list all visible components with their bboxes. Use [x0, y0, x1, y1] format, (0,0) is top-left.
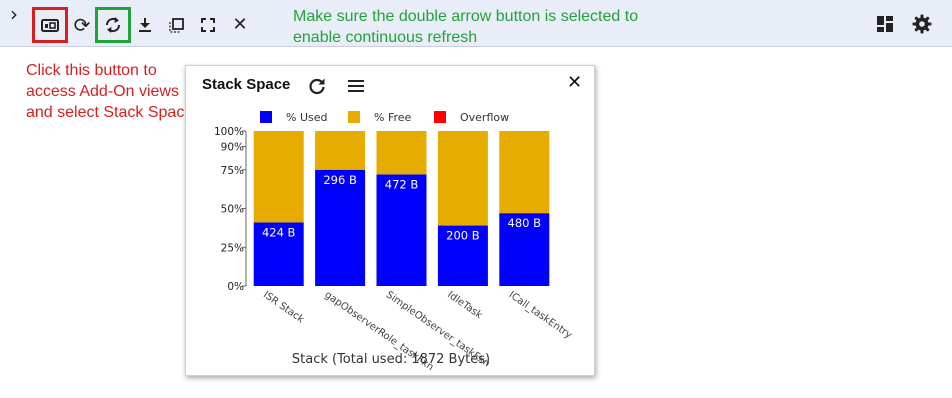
y-tick-label: 90% — [221, 142, 244, 154]
bar-data-label: 424 B — [262, 225, 296, 239]
refresh-icon: ⟳ — [73, 13, 91, 37]
stack-space-chart: % Used % Free Overflow 0% 25% 50% 75% 90% 100% 42… — [214, 111, 574, 373]
bar-used — [315, 169, 366, 286]
download-icon — [139, 18, 151, 32]
bar-data-label: 480 B — [508, 216, 542, 230]
y-tick-label: 0% — [227, 281, 244, 293]
dashboard-button[interactable] — [873, 12, 897, 36]
x-tick-label: ICall_taskEntry — [507, 289, 574, 341]
fullscreen-icon — [201, 18, 215, 32]
close-icon: ✕ — [232, 14, 248, 35]
x-tick-label: ISR Stack — [261, 289, 306, 325]
dashboard-icon — [877, 16, 893, 32]
bar-free — [315, 131, 366, 170]
legend-swatch-0 — [260, 111, 272, 123]
bar-free — [253, 131, 304, 223]
toolbar: › ⟳ ✕ Make sure the double arrow button … — [0, 0, 952, 47]
bar-data-label: 200 B — [446, 229, 480, 243]
bar-free — [376, 131, 427, 175]
legend-label-0: % Used — [286, 111, 327, 124]
addon-views-highlight — [32, 7, 68, 43]
y-tick-label: 100% — [214, 126, 244, 138]
bar-data-label: 296 B — [323, 173, 357, 187]
legend-swatch-1 — [348, 111, 360, 123]
bar-free — [437, 131, 488, 226]
download-button[interactable] — [133, 13, 157, 37]
x-axis-label: Stack (Total used: 1872 Bytes) — [292, 352, 490, 367]
fullscreen-button[interactable] — [196, 13, 220, 37]
y-tick-label: 50% — [221, 204, 244, 216]
legend-label-1: % Free — [374, 111, 412, 124]
select-icon — [169, 18, 184, 33]
select-button[interactable] — [165, 13, 189, 37]
continuous-refresh-highlight — [95, 7, 131, 43]
stack-space-panel: Stack Space ✕ % Used% Free Overflow 0% 25% 5… — [185, 65, 595, 376]
refresh-button[interactable]: ⟳ — [70, 13, 94, 37]
legend-swatch-2 — [434, 111, 446, 123]
expand-chevron-icon[interactable]: › — [4, 4, 24, 24]
legend-label-2: Overflow — [460, 111, 509, 124]
x-tick-label: IdleTask — [445, 289, 484, 321]
continuous-refresh-annotation: Make sure the double arrow button is sel… — [293, 8, 639, 46]
y-tick-label: 75% — [221, 165, 244, 177]
y-tick-label: 25% — [221, 242, 244, 254]
bar-free — [499, 131, 550, 214]
addon-views-annotation: Click this button to access Add-On views… — [26, 62, 194, 121]
gear-icon — [912, 14, 932, 34]
bar-data-label: 472 B — [385, 177, 419, 191]
settings-button[interactable] — [910, 12, 934, 36]
close-button[interactable]: ✕ — [228, 13, 252, 37]
